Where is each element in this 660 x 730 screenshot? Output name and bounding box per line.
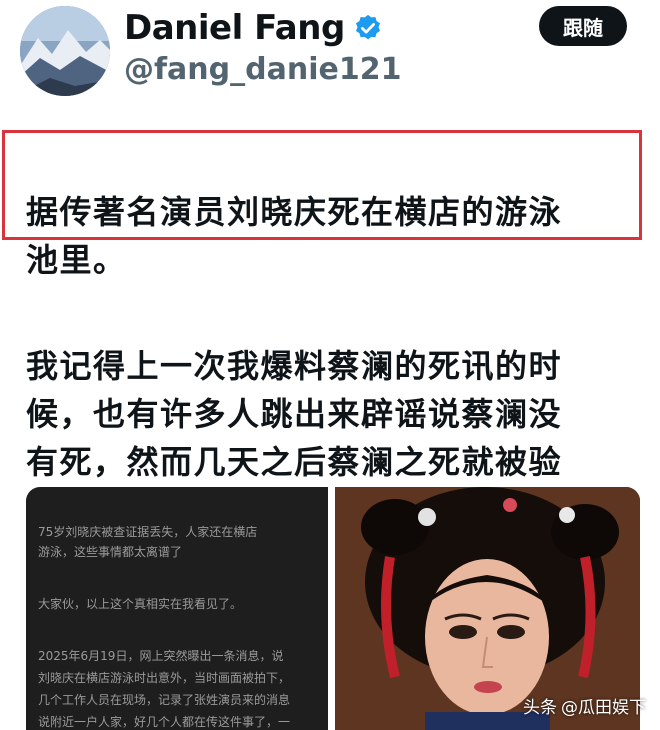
watermark-account: @瓜田娱下 — [561, 697, 646, 718]
document-line: 说附近一户人家，好几个人都在传这件事了，一 — [38, 715, 291, 729]
user-handle[interactable]: @fang_danie121 — [124, 52, 401, 87]
verified-badge-icon — [355, 14, 380, 40]
watermark-platform: 头条 — [523, 697, 557, 718]
name-row: Daniel Fang — [124, 6, 383, 50]
watermark: 头条 @瓜田娱下 — [523, 692, 646, 718]
document-line: 几个工作人员在现场，记录了张姓演员来的消息 — [38, 693, 291, 707]
tweet-paragraph-1: 据传著名演员刘晓庆死在横店的游泳 池里。 — [26, 193, 563, 279]
document-line: 75岁刘晓庆被查证据丢失，人家还在横店 — [38, 525, 258, 539]
follow-button[interactable]: 跟随 — [539, 6, 627, 46]
document-line: 2025年6月19日，网上突然曝出一条消息，说 — [38, 649, 284, 663]
media-document-image[interactable]: 75岁刘晓庆被查证据丢失，人家还在横店 游泳，这些事情都太离谱了 大家伙，以上这… — [26, 487, 328, 730]
document-line: 大家伙，以上这个真相实在我看见了。 — [38, 597, 243, 611]
display-name[interactable]: Daniel Fang — [124, 8, 345, 48]
avatar[interactable] — [20, 6, 110, 96]
document-line: 游泳，这些事情都太离谱了 — [38, 545, 183, 559]
document-line: 刘晓庆在横店游泳时出意外，当时画面被拍下， — [38, 671, 291, 685]
tweet-header: Daniel Fang @fang_danie121 跟随 — [0, 0, 660, 110]
avatar-image — [20, 6, 110, 96]
